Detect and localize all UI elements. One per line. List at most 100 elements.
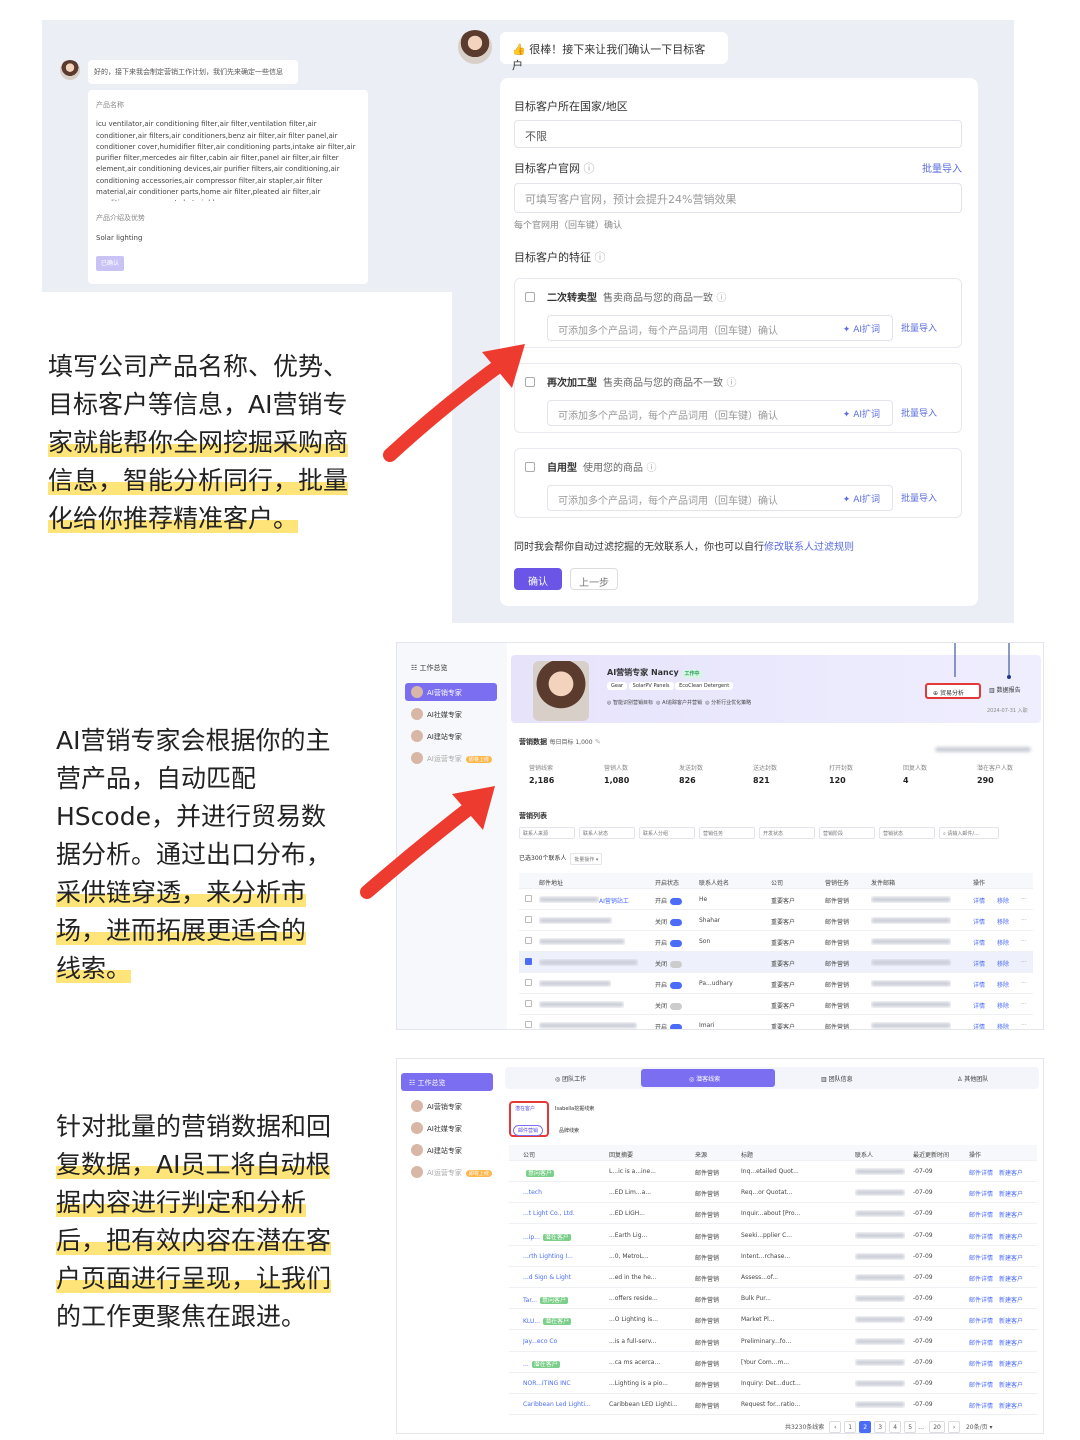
trade-analysis-button[interactable]: ⊕ 贸易分析 [925, 683, 981, 699]
table-row[interactable]: ...tech ...ED Lim...a... 邮件营销 Req...or Quot… [509, 1182, 1037, 1204]
search-input[interactable]: ⌕ 请输入邮件/... [939, 827, 999, 839]
table-row[interactable]: 开启 Imari 重要客户 邮件营销 详情 移除 ··· [519, 1015, 1033, 1029]
mail-detail-link[interactable]: 邮件详情 [969, 1380, 993, 1389]
mail-detail-link[interactable]: 邮件详情 [969, 1316, 993, 1325]
tab-team-work[interactable]: ◎ 团队工作 [555, 1074, 586, 1083]
new-customer-link[interactable]: 新建客户 [999, 1401, 1023, 1410]
table-row[interactable]: ...rth Lighting I... ...0, MetroL... 邮件营销 I… [509, 1246, 1037, 1267]
new-customer-link[interactable]: 新建客户 [999, 1210, 1023, 1219]
filter-chip-brand[interactable]: 品牌线索 [559, 1127, 579, 1134]
page-button[interactable]: 20 [929, 1421, 946, 1433]
remove-link[interactable]: 移除 [997, 896, 1009, 905]
data-report-button[interactable]: ▥ 数据报告 [989, 685, 1021, 694]
new-customer-link[interactable]: 新建客户 [999, 1232, 1023, 1241]
table-row[interactable]: ...t Light Co., Ltd. ...ED LIGH... 邮件营销 Inq… [509, 1203, 1037, 1225]
filter-dropdown[interactable]: 联系人来源 [519, 827, 575, 839]
subtab-potential[interactable]: 潜在客户 [515, 1105, 535, 1112]
row-checkbox[interactable] [525, 937, 532, 944]
confirm-button[interactable]: 确认 [514, 568, 562, 590]
new-customer-link[interactable]: 新建客户 [999, 1189, 1023, 1198]
new-customer-link[interactable]: 新建客户 [999, 1253, 1023, 1262]
remove-link[interactable]: 移除 [997, 1001, 1009, 1010]
remove-link[interactable]: 移除 [997, 938, 1009, 947]
page-button[interactable]: 4 [889, 1421, 902, 1433]
table-row[interactable]: Caribbean Led Lighti... Caribbean LED Lig… [509, 1394, 1037, 1416]
row-checkbox[interactable] [525, 895, 532, 902]
detail-link[interactable]: 详情 [973, 959, 985, 968]
subtab-isabella[interactable]: Isabella挖掘线索 [555, 1105, 594, 1112]
table-row[interactable]: 意向客户 L...ic is a...ine... 邮件营销 Inq...etaile… [509, 1161, 1037, 1182]
product-words-input[interactable]: 可添加多个产品词，每个产品词用（回车键）确认 ✦ AI扩词 [547, 485, 893, 511]
toggle-switch[interactable] [670, 940, 683, 947]
option-end-user[interactable]: 自用型 使用您的商品 ⓘ 可添加多个产品词，每个产品词用（回车键）确认 ✦ AI扩词… [514, 448, 962, 518]
toggle-switch[interactable] [670, 1024, 683, 1029]
filter-dropdown[interactable]: 营销状态 [879, 827, 935, 839]
confirmed-button[interactable]: 已确认 [96, 255, 125, 272]
table-row[interactable]: 开启 Pa...udhary 重要客户 邮件营销 详情 移除 ··· [519, 973, 1033, 994]
country-select[interactable]: 不限 [514, 120, 962, 148]
toggle-switch[interactable] [670, 961, 683, 968]
sidebar-item-marketing[interactable]: AI营销专家 [405, 683, 497, 701]
table-row[interactable]: 关闭 Shahar 重要客户 邮件营销 详情 移除 ··· [519, 910, 1033, 931]
mail-detail-link[interactable]: 邮件详情 [969, 1274, 993, 1283]
option-processor[interactable]: 再次加工型 售卖商品与您的商品不一致 ⓘ 可添加多个产品词，每个产品词用（回车键）… [514, 363, 962, 433]
remove-link[interactable]: 移除 [997, 1022, 1009, 1029]
website-input[interactable]: 可填写客户官网，预计会提升24%营销效果 [514, 183, 962, 213]
mail-detail-link[interactable]: 邮件详情 [969, 1168, 993, 1177]
table-row[interactable]: Tar... 意向客户 ...offers reside... 邮件营销 Bulk Pu… [509, 1288, 1037, 1310]
table-row[interactable]: 关闭 重要客户 邮件营销 详情 移除 ··· [519, 952, 1033, 973]
new-customer-link[interactable]: 新建客户 [999, 1274, 1023, 1283]
detail-link[interactable]: 详情 [973, 938, 985, 947]
remove-link[interactable]: 移除 [997, 980, 1009, 989]
next-page-button[interactable]: › [948, 1421, 961, 1433]
mail-detail-link[interactable]: 邮件详情 [969, 1359, 993, 1368]
new-customer-link[interactable]: 新建客户 [999, 1338, 1023, 1347]
detail-link[interactable]: 详情 [973, 896, 985, 905]
table-row[interactable]: ... 潜在客户 ...ca ms acerca... 邮件营销 [Your Com..… [509, 1352, 1037, 1373]
row-checkbox[interactable] [525, 979, 532, 986]
sidebar-item-ops[interactable]: AI运营专家 即将上线 [405, 749, 497, 767]
new-customer-link[interactable]: 新建客户 [999, 1168, 1023, 1177]
mail-detail-link[interactable]: 邮件详情 [969, 1338, 993, 1347]
page-size-select[interactable]: 20条/页 ▾ [966, 1424, 993, 1431]
filter-dropdown[interactable]: 营销任务 [699, 827, 755, 839]
tab-team-info[interactable]: ▥ 团队信息 [821, 1074, 853, 1083]
mail-detail-link[interactable]: 邮件详情 [969, 1295, 993, 1304]
row-checkbox[interactable] [525, 958, 532, 965]
filter-dropdown[interactable]: 开发状态 [759, 827, 815, 839]
table-row[interactable]: AI营销站工 开启 He 重要客户 邮件营销 详情 移除 ··· [519, 889, 1033, 910]
new-customer-link[interactable]: 新建客户 [999, 1380, 1023, 1389]
page-button[interactable]: 1 [844, 1421, 857, 1433]
table-row[interactable]: 开启 Son 重要客户 邮件营销 详情 移除 ··· [519, 931, 1033, 952]
product-words-input[interactable]: 可添加多个产品词，每个产品词用（回车键）确认 ✦ AI扩词 [547, 400, 893, 426]
mail-detail-link[interactable]: 邮件详情 [969, 1253, 993, 1262]
previous-step-button[interactable]: 上一步 [570, 568, 618, 590]
toggle-switch[interactable] [670, 919, 683, 926]
sidebar-item-site[interactable]: AI建站专家 [405, 1141, 497, 1159]
page-button[interactable]: 3 [874, 1421, 887, 1433]
table-row[interactable]: 关闭 重要客户 邮件营销 详情 移除 ··· [519, 994, 1033, 1015]
filter-dropdown[interactable]: 营销阶段 [819, 827, 875, 839]
detail-link[interactable]: 详情 [973, 980, 985, 989]
sidebar-item-marketing[interactable]: AI营销专家 [405, 1097, 497, 1115]
batch-op-dropdown[interactable]: 批量操作 ▾ [570, 853, 603, 865]
mail-detail-link[interactable]: 邮件详情 [969, 1401, 993, 1410]
mail-detail-link[interactable]: 邮件详情 [969, 1189, 993, 1198]
toggle-switch[interactable] [670, 982, 683, 989]
batch-import-link[interactable]: 批量导入 [901, 491, 937, 504]
table-row[interactable]: Jay...eco Co ...is a full-serv... 邮件营销 Prel… [509, 1331, 1037, 1352]
detail-link[interactable]: 详情 [973, 1001, 985, 1010]
website-batch-import-link[interactable]: 批量导入 [922, 160, 962, 175]
table-row[interactable]: ...ip... 潜在客户 ...Earth Lig... 邮件营销 Seeki...p… [509, 1225, 1037, 1246]
filter-chip-email[interactable]: 邮件营销 [513, 1125, 544, 1136]
ai-expand-button[interactable]: ✦ AI扩词 [843, 407, 880, 420]
new-customer-link[interactable]: 新建客户 [999, 1295, 1023, 1304]
option-reseller[interactable]: 二次转卖型 售卖商品与您的商品一致 ⓘ 可添加多个产品词，每个产品词用（回车键）确… [514, 278, 962, 348]
table-row[interactable]: ...d Sign & Light ...ed in the he... 邮件营销 A… [509, 1267, 1037, 1288]
mail-detail-link[interactable]: 邮件详情 [969, 1232, 993, 1241]
new-customer-link[interactable]: 新建客户 [999, 1316, 1023, 1325]
page-button[interactable]: 5 [904, 1421, 917, 1433]
reseller-checkbox[interactable] [525, 292, 535, 302]
filter-dropdown[interactable]: 联系人状态 [579, 827, 635, 839]
filter-dropdown[interactable]: 联系人分组 [639, 827, 695, 839]
